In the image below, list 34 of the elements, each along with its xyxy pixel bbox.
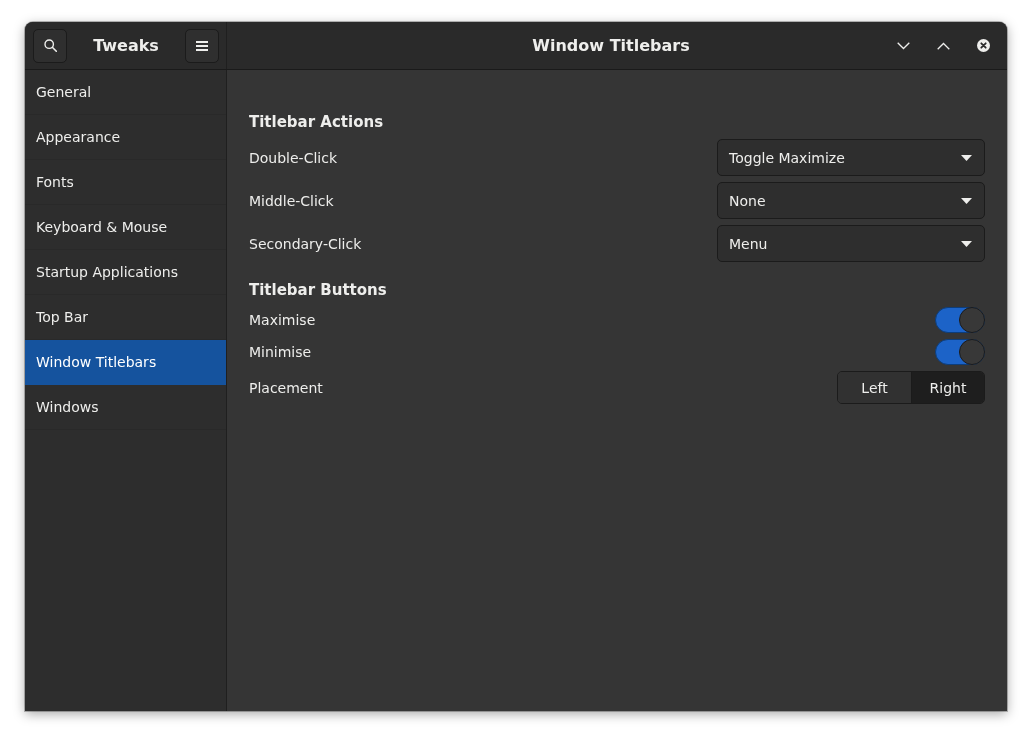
caret-icon — [961, 197, 972, 204]
caret-icon — [961, 154, 972, 161]
menu-button[interactable] — [185, 28, 219, 63]
sidebar-item[interactable]: Startup Applications — [25, 250, 226, 295]
caret-icon — [961, 240, 972, 247]
setting-label: Maximise — [249, 312, 316, 328]
chevron-up-icon — [936, 41, 950, 50]
search-button[interactable] — [33, 28, 67, 63]
sidebar-item[interactable]: General — [25, 70, 226, 115]
search-icon — [43, 39, 57, 52]
app-title: Tweaks — [93, 36, 159, 55]
sidebar-item[interactable]: Appearance — [25, 115, 226, 160]
dropdown-button[interactable]: Toggle Maximize — [717, 139, 985, 176]
sidebar-item[interactable]: Windows — [25, 385, 226, 430]
menu-icon — [196, 40, 208, 51]
setting-label: Secondary-Click — [249, 235, 362, 252]
toggle-switch[interactable] — [935, 307, 985, 333]
section-heading: Titlebar Buttons — [249, 280, 388, 300]
setting-label: Middle-Click — [249, 192, 334, 209]
segment-button[interactable]: Right — [911, 372, 984, 403]
section-heading: Titlebar Actions — [249, 112, 385, 132]
sidebar-item[interactable]: Window Titlebars — [25, 340, 226, 385]
dropdown-button[interactable]: None — [717, 182, 985, 219]
dropdown-button[interactable]: Menu — [717, 225, 985, 262]
toggle-switch[interactable] — [935, 339, 985, 365]
close-icon — [976, 39, 990, 52]
setting-label: Placement — [249, 379, 323, 396]
window-title: Window Titlebars — [532, 36, 690, 55]
setting-label: Double-Click — [249, 149, 338, 166]
sidebar-item[interactable]: Keyboard & Mouse — [25, 205, 226, 250]
sidebar-item[interactable]: Fonts — [25, 160, 226, 205]
segment-button[interactable]: Left — [838, 372, 911, 403]
chevron-down-icon — [896, 41, 910, 50]
setting-label: Minimise — [249, 344, 312, 360]
